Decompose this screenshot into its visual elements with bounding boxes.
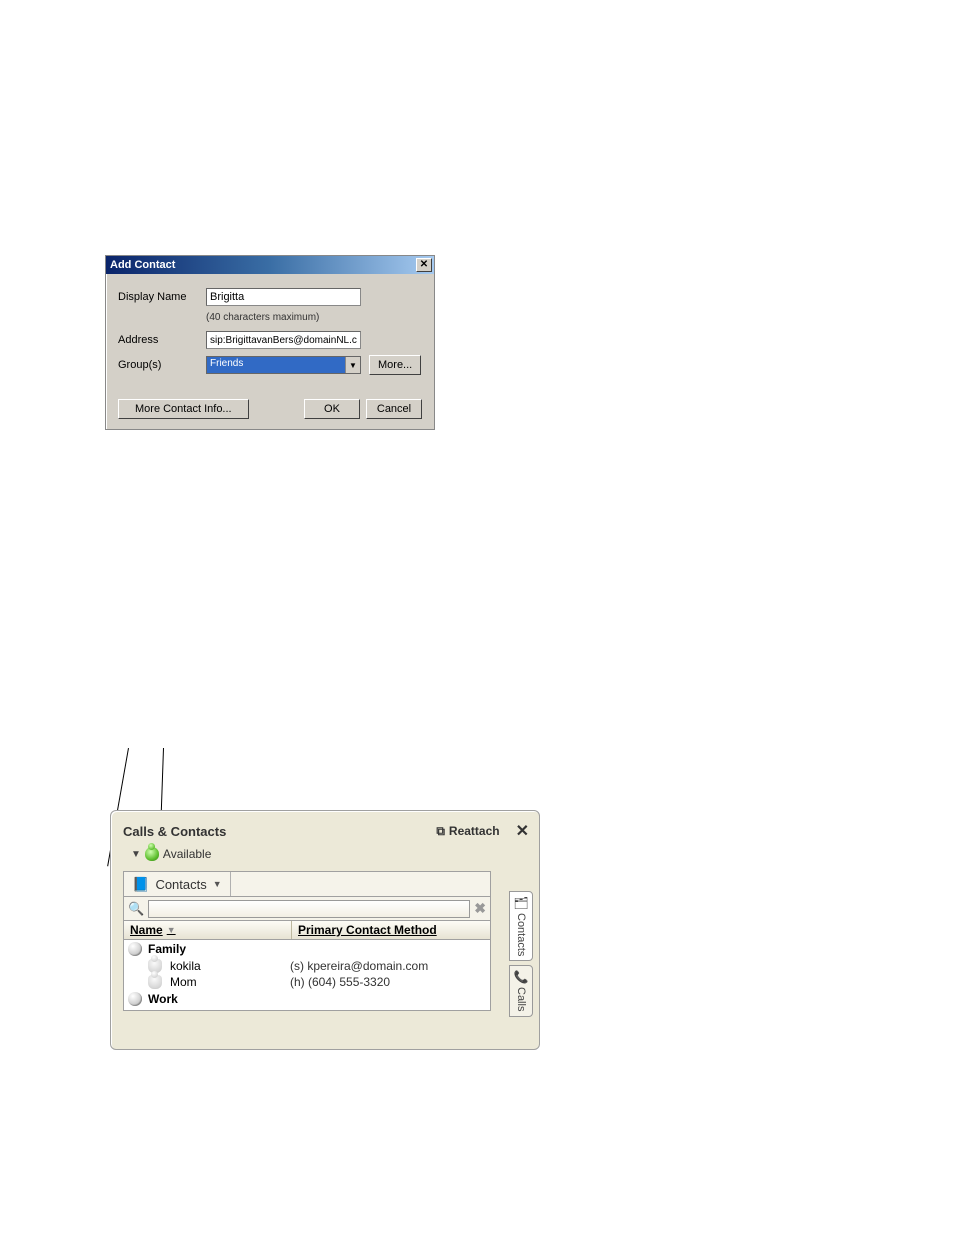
reattach-icon: ⧉ [436,824,445,839]
group-expand-icon[interactable] [128,992,142,1006]
display-name-input[interactable] [206,288,361,306]
contact-name: kokila [170,959,290,973]
search-input[interactable] [148,900,470,918]
titlebar: Add Contact ✕ [106,256,434,274]
address-book-icon: 📘 [132,876,149,893]
contact-name: Mom [170,975,290,989]
groups-selected: Friends [207,357,345,373]
panel-title: Calls & Contacts [123,824,226,839]
column-name[interactable]: Name ▼ [124,921,292,939]
contacts-dropdown-button[interactable]: 📘 Contacts ▼ [124,872,231,896]
label-display-name: Display Name [118,291,206,303]
row-display-name: Display Name [118,288,422,306]
column-name-label: Name [130,923,163,937]
tab-calls-label: Calls [515,987,527,1011]
row-address: Address [118,331,422,349]
address-input[interactable] [206,331,361,349]
contacts-button-label: Contacts [155,877,206,892]
more-groups-button[interactable]: More... [369,355,421,375]
presence-available-icon [145,847,159,861]
side-tabs: 🗂 Contacts 📞 Calls [509,891,533,1017]
column-primary-method[interactable]: Primary Contact Method [292,921,490,939]
dialog-title: Add Contact [110,259,175,271]
chevron-down-icon[interactable]: ▼ [345,357,360,373]
add-contact-dialog: Add Contact ✕ Display Name (40 character… [105,255,435,430]
table-header: Name ▼ Primary Contact Method [123,921,491,940]
dialog-footer: More Contact Info... OK Cancel [118,399,422,419]
contact-list: Family kokila (s) kpereira@domain.com Mo… [123,940,491,1011]
sort-descending-icon: ▼ [167,925,176,935]
groups-dropdown[interactable]: Friends ▼ [206,356,361,374]
group-row[interactable]: Work [124,990,490,1008]
contact-method: (h) (604) 555-3320 [290,975,390,989]
chevron-down-icon: ▼ [131,849,141,860]
row-groups: Group(s) Friends ▼ More... [118,355,422,375]
contact-row[interactable]: kokila (s) kpereira@domain.com [124,958,490,974]
person-icon [148,975,162,989]
clear-search-button[interactable]: ✖ [474,900,486,917]
calls-contacts-panel: Calls & Contacts ⧉ Reattach ✕ ▼ Availabl… [110,810,540,1050]
presence-label: Available [163,847,211,861]
panel-close-button[interactable]: ✕ [514,821,531,841]
group-name: Work [148,992,178,1006]
group-expand-icon[interactable] [128,942,142,956]
tab-contacts-label: Contacts [515,913,527,956]
search-row: 🔍 ✖ [123,897,491,921]
reattach-button[interactable]: ⧉ Reattach [436,824,499,839]
label-address: Address [118,334,206,346]
panel-toolbar: 📘 Contacts ▼ [123,871,491,897]
panel-header: Calls & Contacts ⧉ Reattach ✕ [123,821,531,841]
calls-tab-icon: 📞 [514,970,529,984]
search-icon: 🔍 [128,901,144,917]
ok-button[interactable]: OK [304,399,360,419]
group-row[interactable]: Family [124,940,490,958]
tab-calls[interactable]: 📞 Calls [509,965,533,1016]
label-groups: Group(s) [118,359,206,371]
contact-row[interactable]: Mom (h) (604) 555-3320 [124,974,490,990]
more-contact-info-button[interactable]: More Contact Info... [118,399,249,419]
presence-row[interactable]: ▼ Available [131,847,531,861]
close-button[interactable]: ✕ [416,258,432,272]
reattach-label: Reattach [449,824,500,838]
dialog-body: Display Name (40 characters maximum) Add… [106,274,434,429]
chevron-down-icon: ▼ [213,879,222,889]
display-name-hint: (40 characters maximum) [206,312,422,323]
group-name: Family [148,942,186,956]
contact-method: (s) kpereira@domain.com [290,959,428,973]
cancel-button[interactable]: Cancel [366,399,422,419]
tab-contacts[interactable]: 🗂 Contacts [509,891,533,961]
contacts-tab-icon: 🗂 [513,896,528,910]
